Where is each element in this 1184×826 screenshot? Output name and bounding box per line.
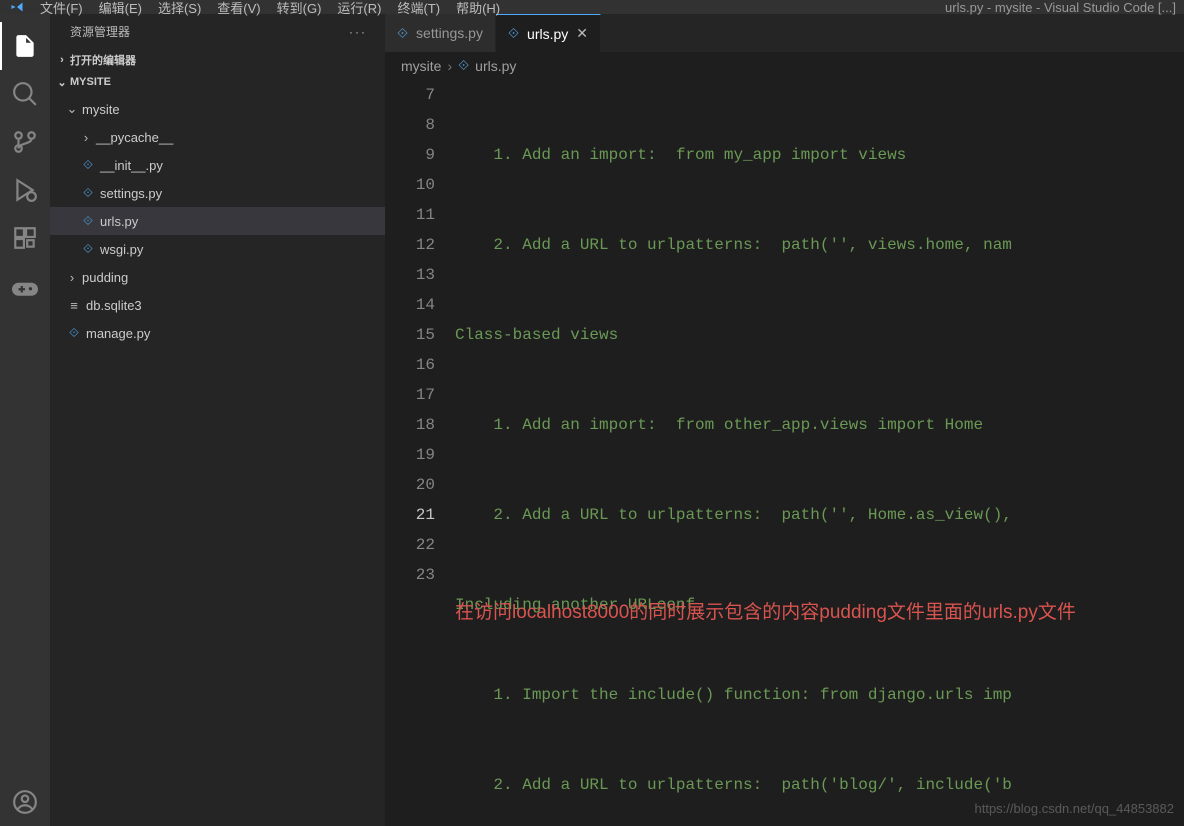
- account-icon: [12, 789, 38, 815]
- python-file-icon: ⟐: [78, 185, 98, 201]
- activity-search[interactable]: [0, 70, 50, 118]
- window-title: urls.py - mysite - Visual Studio Code [.…: [945, 0, 1176, 15]
- game-icon: [12, 273, 38, 299]
- editor-tabs: ⟐ settings.py ⟐ urls.py ✕: [385, 14, 1184, 52]
- tree-label: db.sqlite3: [84, 298, 142, 313]
- file-tree: ⌄ mysite › __pycache__ ⟐ __init__.py ⟐ s…: [50, 93, 385, 349]
- line-gutter: 7 8 9 10 11 12 13 14 15 16 17 18 19 20 2…: [385, 80, 455, 826]
- code-content[interactable]: 1. Add an import: from my_app import vie…: [455, 80, 1184, 826]
- sidebar-more-icon[interactable]: ···: [349, 25, 367, 39]
- activity-extensions[interactable]: [0, 214, 50, 262]
- menu-help[interactable]: 帮助(H): [448, 0, 508, 17]
- run-debug-icon: [12, 177, 38, 203]
- chevron-down-icon: ⌄: [54, 76, 70, 89]
- chevron-right-icon: ›: [447, 58, 452, 74]
- tab-settings[interactable]: ⟐ settings.py: [385, 14, 496, 52]
- menu-view[interactable]: 查看(V): [209, 0, 268, 17]
- code-editor[interactable]: 7 8 9 10 11 12 13 14 15 16 17 18 19 20 2…: [385, 80, 1184, 826]
- tree-file-wsgi[interactable]: ⟐ wsgi.py: [50, 235, 385, 263]
- breadcrumb-item[interactable]: urls.py: [475, 58, 516, 74]
- menu-run[interactable]: 运行(R): [329, 0, 389, 17]
- tree-folder-mysite[interactable]: ⌄ mysite: [50, 95, 385, 123]
- activity-account[interactable]: [0, 778, 50, 826]
- python-file-icon: ⟐: [78, 157, 98, 173]
- python-file-icon: ⟐: [78, 241, 98, 257]
- menu-file[interactable]: 文件(F): [32, 0, 91, 17]
- database-file-icon: ≡: [64, 298, 84, 313]
- breadcrumb-item[interactable]: mysite: [401, 58, 441, 74]
- menu-select[interactable]: 选择(S): [150, 0, 209, 17]
- editor-area: ⟐ settings.py ⟐ urls.py ✕ mysite › ⟐ url…: [385, 14, 1184, 826]
- files-icon: [12, 33, 38, 59]
- sidebar-title: 资源管理器: [70, 23, 130, 40]
- python-file-icon: ⟐: [508, 25, 519, 42]
- search-icon: [12, 81, 38, 107]
- python-file-icon: ⟐: [397, 25, 408, 42]
- menu-bar: 文件(F) 编辑(E) 选择(S) 查看(V) 转到(G) 运行(R) 终端(T…: [0, 0, 1184, 14]
- chevron-right-icon: ›: [64, 270, 80, 285]
- tree-file-urls[interactable]: ⟐ urls.py: [50, 207, 385, 235]
- tree-label: pudding: [80, 270, 128, 285]
- python-file-icon: ⟐: [64, 325, 84, 341]
- tree-label: manage.py: [84, 326, 150, 341]
- tree-label: settings.py: [98, 186, 162, 201]
- tab-label: urls.py: [527, 26, 568, 42]
- annotation-text: 在访问localhost8000的同时展示包含的内容pudding文件里面的ur…: [455, 598, 1076, 628]
- python-file-icon: ⟐: [458, 57, 469, 74]
- tree-folder-pycache[interactable]: › __pycache__: [50, 123, 385, 151]
- activity-run-debug[interactable]: [0, 166, 50, 214]
- tree-file-init[interactable]: ⟐ __init__.py: [50, 151, 385, 179]
- tab-label: settings.py: [416, 25, 483, 41]
- tree-label: wsgi.py: [98, 242, 143, 257]
- tree-label: __pycache__: [94, 130, 173, 145]
- chevron-right-icon: ›: [54, 54, 70, 66]
- tree-label: mysite: [80, 102, 120, 117]
- activity-explorer[interactable]: [0, 22, 50, 70]
- source-control-icon: [12, 129, 38, 155]
- activity-bar: [0, 14, 50, 826]
- menu-terminal[interactable]: 终端(T): [389, 0, 448, 17]
- main-layout: 资源管理器 ··· › 打开的编辑器 ⌄ MYSITE ⌄ mysite › _…: [0, 14, 1184, 826]
- open-editors-label: 打开的编辑器: [70, 52, 136, 68]
- chevron-down-icon: ⌄: [64, 101, 80, 117]
- activity-scm[interactable]: [0, 118, 50, 166]
- python-file-icon: ⟐: [78, 213, 98, 229]
- open-editors-section[interactable]: › 打开的编辑器: [50, 49, 385, 71]
- sidebar: 资源管理器 ··· › 打开的编辑器 ⌄ MYSITE ⌄ mysite › _…: [50, 14, 385, 826]
- breadcrumbs[interactable]: mysite › ⟐ urls.py: [385, 52, 1184, 80]
- menu-goto[interactable]: 转到(G): [269, 0, 330, 17]
- extensions-icon: [12, 225, 38, 251]
- activity-game[interactable]: [0, 262, 50, 310]
- project-section[interactable]: ⌄ MYSITE: [50, 71, 385, 93]
- tree-file-manage[interactable]: ⟐ manage.py: [50, 319, 385, 347]
- sidebar-header: 资源管理器 ···: [50, 14, 385, 49]
- tree-file-settings[interactable]: ⟐ settings.py: [50, 179, 385, 207]
- chevron-right-icon: ›: [78, 130, 94, 145]
- tree-folder-pudding[interactable]: › pudding: [50, 263, 385, 291]
- close-icon[interactable]: ✕: [576, 25, 588, 42]
- menu-edit[interactable]: 编辑(E): [91, 0, 150, 17]
- tab-urls[interactable]: ⟐ urls.py ✕: [496, 14, 601, 52]
- vscode-logo-icon: [8, 0, 32, 14]
- watermark: https://blog.csdn.net/qq_44853882: [975, 801, 1175, 816]
- tree-file-db[interactable]: ≡ db.sqlite3: [50, 291, 385, 319]
- tree-label: __init__.py: [98, 158, 163, 173]
- project-label: MYSITE: [70, 76, 111, 88]
- tree-label: urls.py: [98, 214, 138, 229]
